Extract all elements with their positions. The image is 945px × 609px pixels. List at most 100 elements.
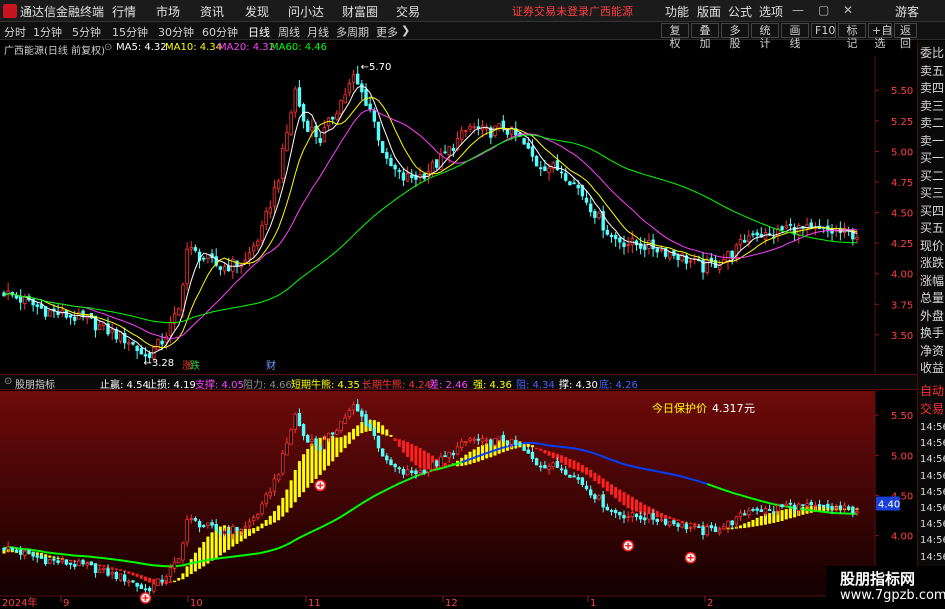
ind-candle — [659, 519, 664, 522]
support-line — [32, 549, 38, 552]
ind-candle — [634, 513, 639, 518]
trend-band — [114, 568, 118, 571]
main-candle — [584, 197, 589, 203]
ind-candle — [251, 517, 256, 522]
main-candle — [609, 234, 614, 238]
main-candle — [855, 236, 859, 240]
ind-candle — [52, 558, 56, 561]
ind-candle — [243, 526, 248, 529]
ind-candle — [218, 530, 223, 534]
kline-chart-canvas[interactable]: ←5.70 ←3.28 涨跌财 今日保护价 4.317 元 5.50 5.25 5.00 4.… — [0, 0, 945, 609]
support-line — [207, 558, 213, 561]
quote-field-16[interactable]: 换手 — [920, 326, 945, 341]
ind-candle — [231, 525, 235, 535]
indicator-background — [0, 391, 875, 596]
trend-band — [393, 438, 397, 442]
trade-tab[interactable]: 交易 — [920, 402, 945, 417]
block-label: 阻: 4.34 — [516, 380, 555, 391]
trend-band — [634, 499, 638, 512]
indicator-toggle-icon[interactable]: ⊙ — [4, 376, 12, 387]
auto-trade-tab[interactable]: 自动 — [920, 384, 945, 399]
ind-candle — [301, 424, 306, 436]
quote-field-5[interactable]: 卖一 — [920, 134, 945, 149]
support-line — [690, 477, 695, 482]
quote-field-11[interactable]: 现价 — [920, 239, 945, 254]
quote-field-1[interactable]: 卖五 — [920, 64, 945, 79]
quote-field-3[interactable]: 卖三 — [920, 99, 945, 114]
ind-candle — [339, 421, 343, 431]
ind-candle — [276, 474, 281, 481]
trend-band — [401, 440, 405, 453]
support-line — [615, 460, 621, 464]
bottom-label: 底: 4.26 — [599, 380, 638, 391]
ind-candle — [622, 515, 626, 519]
trend-band — [264, 519, 268, 526]
main-candle — [68, 314, 73, 318]
ind-candle — [152, 583, 156, 592]
quote-field-9[interactable]: 买四 — [920, 204, 945, 219]
tick-time: 14:56 — [920, 438, 945, 450]
indicator-name[interactable]: 股朋指标 — [15, 376, 55, 391]
ind-candle — [185, 519, 189, 543]
support-line — [578, 448, 583, 451]
ind-candle — [214, 524, 218, 531]
quote-field-13[interactable]: 涨幅 — [920, 274, 945, 289]
quote-field-8[interactable]: 买三 — [920, 186, 945, 201]
trend-band — [497, 440, 501, 454]
main-candle — [268, 207, 273, 214]
quote-field-2[interactable]: 卖四 — [920, 81, 945, 96]
main-y-label: 4.00 — [891, 270, 913, 281]
main-candle — [35, 304, 39, 307]
quote-field-6[interactable]: 买一 — [920, 151, 945, 166]
trend-band — [210, 532, 214, 561]
trend-band — [689, 522, 693, 525]
support-line — [727, 490, 733, 494]
main-candle — [185, 248, 189, 284]
ind-candle — [177, 558, 181, 564]
support-line — [761, 500, 766, 504]
main-candle — [505, 129, 510, 135]
support-line — [124, 559, 129, 563]
ind-candle — [597, 495, 601, 500]
support-line — [245, 553, 250, 557]
ind-candle — [759, 509, 763, 512]
quote-field-0[interactable]: 委比 — [920, 46, 945, 61]
quote-field-12[interactable]: 涨跌 — [920, 256, 945, 271]
main-candle — [534, 156, 539, 167]
support-line — [128, 560, 134, 564]
quote-panel: 委比卖五卖四卖三卖二卖一买一买二买三买四买五现价涨跌涨幅总量外盘换手净资收益自动… — [917, 41, 945, 609]
quote-field-15[interactable]: 外盘 — [920, 309, 945, 324]
ind-candle — [260, 503, 264, 515]
quote-field-17[interactable]: 净资 — [920, 344, 945, 359]
ind-candle — [530, 451, 535, 459]
main-candle — [443, 151, 447, 154]
ind-candle — [509, 438, 514, 445]
trend-band — [185, 566, 189, 577]
trend-band — [397, 439, 401, 447]
main-candle — [688, 260, 693, 263]
trend-band — [747, 521, 751, 528]
main-candle — [281, 148, 285, 179]
support-line — [145, 563, 150, 566]
support-label: 支撑: 4.05 — [195, 380, 244, 391]
support-line — [141, 562, 146, 566]
ind-candle — [717, 529, 722, 534]
quote-field-14[interactable]: 总量 — [920, 291, 945, 306]
trend-band — [293, 469, 297, 503]
quote-field-10[interactable]: 买五 — [920, 221, 945, 236]
quote-field-4[interactable]: 卖二 — [920, 116, 945, 131]
main-candle — [547, 167, 551, 174]
quote-field-7[interactable]: 买二 — [920, 169, 945, 184]
main-candle — [293, 88, 297, 113]
trend-band — [568, 458, 572, 468]
support-line — [740, 494, 745, 498]
trend-band — [618, 489, 622, 502]
quote-field-18[interactable]: 收益 — [920, 361, 945, 376]
ind-candle — [364, 414, 368, 426]
trend-band — [98, 564, 102, 567]
trend-band — [139, 575, 143, 579]
ind-candle — [505, 440, 510, 445]
ind-candle — [613, 510, 618, 514]
main-candle — [347, 83, 352, 94]
watermark: 股朋指标网 www.7gpzb.com — [826, 566, 945, 609]
